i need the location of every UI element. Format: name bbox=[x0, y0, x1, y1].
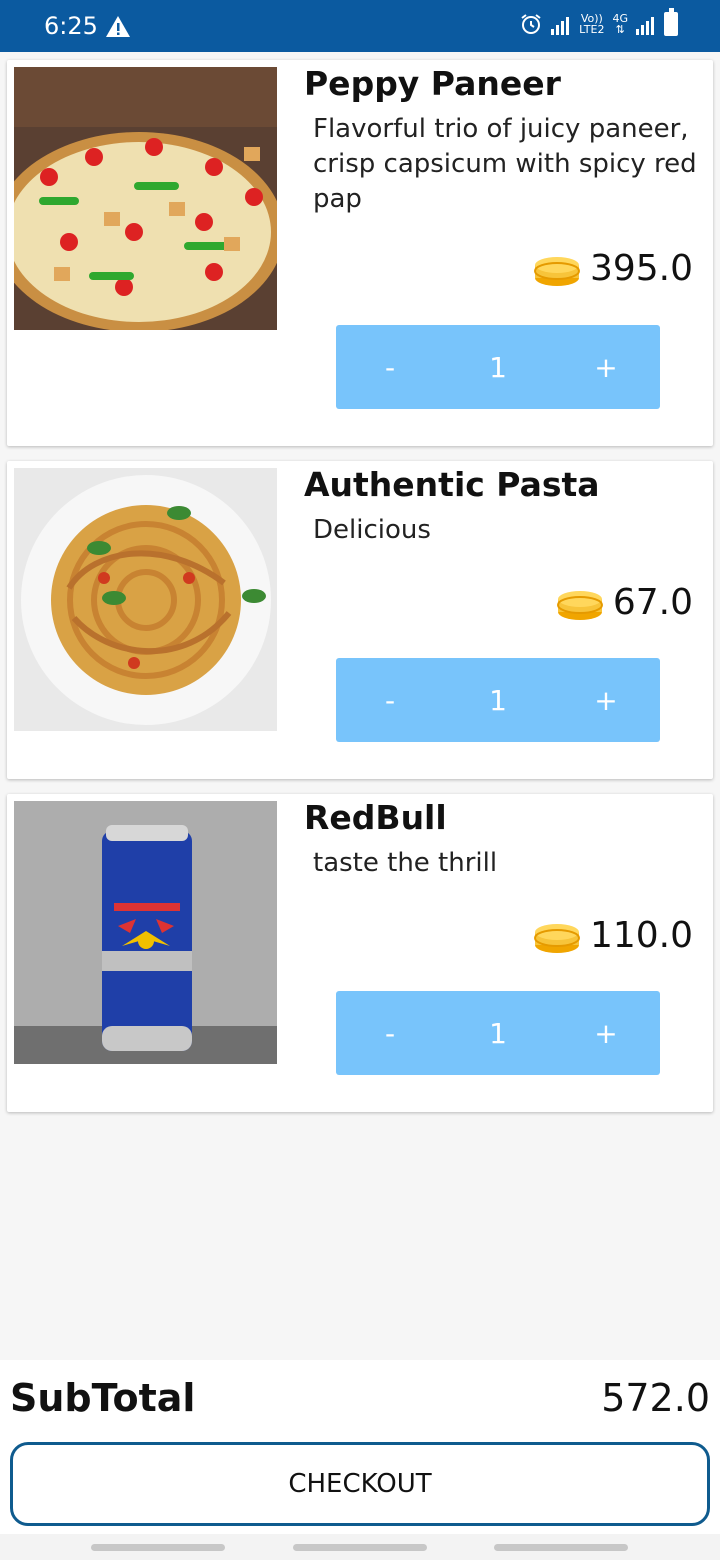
network-labels: Vo)) LTE2 bbox=[579, 13, 604, 35]
decrease-button[interactable]: - bbox=[336, 351, 444, 384]
price-row: 110.0 bbox=[533, 915, 693, 956]
warning-icon bbox=[106, 16, 130, 37]
checkout-button[interactable]: CHECKOUT bbox=[10, 1442, 710, 1526]
item-title: RedBull bbox=[304, 798, 447, 837]
item-title: Peppy Paneer bbox=[304, 64, 561, 103]
increase-button[interactable]: + bbox=[552, 684, 660, 717]
subtotal-label: SubTotal bbox=[10, 1376, 196, 1420]
decrease-button[interactable]: - bbox=[336, 684, 444, 717]
cart-item: Authentic Pasta Delicious 67.0 - 1 + bbox=[7, 461, 713, 779]
nav-pill[interactable] bbox=[293, 1544, 427, 1551]
increase-button[interactable]: + bbox=[552, 351, 660, 384]
item-description: Delicious bbox=[313, 515, 431, 545]
network-lte: LTE2 bbox=[579, 23, 605, 36]
item-description: taste the thrill bbox=[313, 848, 498, 878]
nav-pill[interactable] bbox=[91, 1544, 225, 1551]
item-description: Flavorful trio of juicy paneer, crisp ca… bbox=[313, 114, 697, 214]
quantity-value: 1 bbox=[489, 683, 507, 717]
network-4g: 4G ⇅ bbox=[612, 13, 628, 35]
status-time: 6:25 bbox=[44, 12, 98, 40]
cart-footer: SubTotal 572.0 CHECKOUT bbox=[0, 1360, 720, 1560]
decrease-button[interactable]: - bbox=[336, 1017, 444, 1050]
battery-icon bbox=[664, 8, 678, 36]
subtotal-value: 572.0 bbox=[601, 1376, 710, 1420]
quantity-stepper: - 1 + bbox=[336, 325, 660, 409]
cart-item: RedBull taste the thrill 110.0 - 1 + bbox=[7, 794, 713, 1112]
signal-2-icon bbox=[636, 17, 654, 35]
nav-pill[interactable] bbox=[494, 1544, 628, 1551]
quantity-value: 1 bbox=[489, 350, 507, 384]
gesture-bar bbox=[0, 1534, 720, 1560]
coin-stack-icon bbox=[533, 256, 580, 286]
alarm-icon bbox=[521, 14, 541, 34]
pasta-image bbox=[14, 468, 277, 731]
quantity-stepper: - 1 + bbox=[336, 991, 660, 1075]
coin-stack-icon bbox=[556, 590, 603, 620]
item-price: 395.0 bbox=[589, 248, 693, 289]
item-price: 67.0 bbox=[612, 582, 693, 623]
quantity-stepper: - 1 + bbox=[336, 658, 660, 742]
data-arrows-icon: ⇅ bbox=[615, 23, 625, 36]
price-row: 395.0 bbox=[533, 248, 693, 289]
cart-item: Peppy Paneer Flavorful trio of juicy pan… bbox=[7, 60, 713, 446]
item-title: Authentic Pasta bbox=[304, 465, 600, 504]
item-price: 110.0 bbox=[589, 915, 693, 956]
redbull-image bbox=[14, 801, 277, 1064]
signal-icon bbox=[551, 17, 570, 35]
quantity-value: 1 bbox=[489, 1016, 507, 1050]
coin-stack-icon bbox=[533, 923, 580, 953]
pizza-image bbox=[14, 67, 277, 330]
price-row: 67.0 bbox=[556, 582, 693, 623]
increase-button[interactable]: + bbox=[552, 1017, 660, 1050]
status-bar: 6:25 Vo)) LTE2 4G ⇅ bbox=[0, 0, 720, 52]
status-icons: Vo)) LTE2 4G ⇅ bbox=[519, 8, 678, 36]
